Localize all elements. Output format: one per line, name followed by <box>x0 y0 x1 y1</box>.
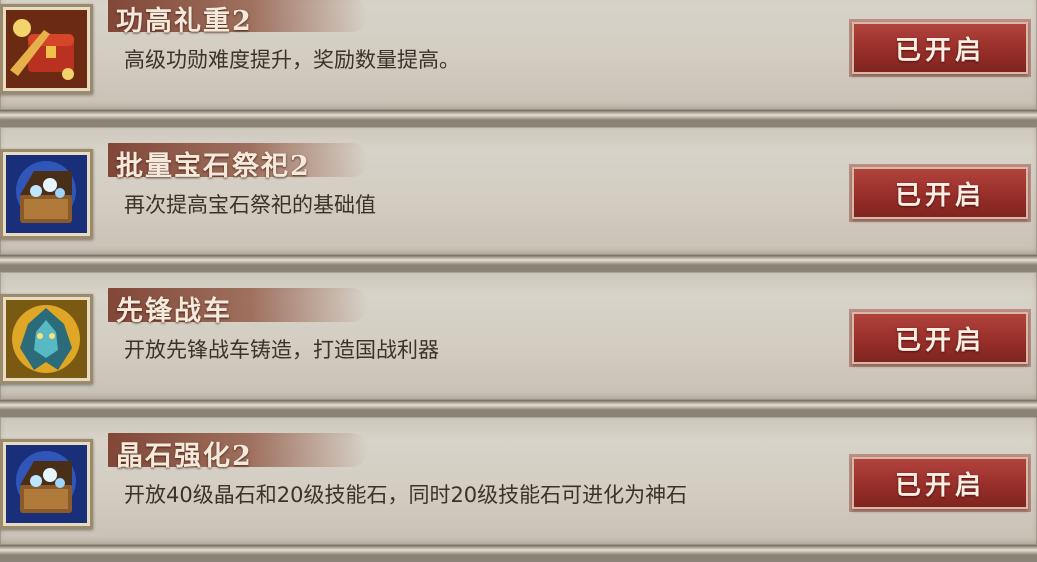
item-description: 再次提高宝石祭祀的基础值 <box>124 193 376 217</box>
item-icon-frame <box>0 149 93 239</box>
item-description: 开放先锋战车铸造，打造国战利器 <box>124 338 439 362</box>
item-icon-frame <box>0 4 93 94</box>
red-treasure-chest-icon <box>6 10 87 88</box>
status-button[interactable]: 已开启 <box>852 457 1028 509</box>
blue-gem-chest-icon <box>6 155 87 233</box>
blue-gem-chest-icon <box>6 445 87 523</box>
item-title: 先锋战车 <box>116 296 232 327</box>
item-icon-frame <box>0 294 93 384</box>
item-title: 功高礼重2 <box>116 6 253 37</box>
status-button[interactable]: 已开启 <box>852 22 1028 74</box>
item-title: 批量宝石祭祀2 <box>116 151 311 182</box>
feature-unlock-list: 功高礼重2 高级功勋难度提升，奖励数量提高。 已开启 批量宝石祭祀2 再次提高宝… <box>0 0 1037 562</box>
status-button[interactable]: 已开启 <box>852 312 1028 364</box>
list-item: 先锋战车 开放先锋战车铸造，打造国战利器 已开启 <box>0 272 1037 410</box>
list-item: 功高礼重2 高级功勋难度提升，奖励数量提高。 已开启 <box>0 0 1037 120</box>
item-description: 高级功勋难度提升，奖励数量提高。 <box>124 48 460 72</box>
list-item: 批量宝石祭祀2 再次提高宝石祭祀的基础值 已开启 <box>0 127 1037 265</box>
item-icon-frame <box>0 439 93 529</box>
war-chariot-emblem-icon <box>6 300 87 378</box>
item-title: 晶石强化2 <box>116 441 253 472</box>
item-description: 开放40级晶石和20级技能石，同时20级技能石可进化为神石 <box>124 483 688 507</box>
list-item: 晶石强化2 开放40级晶石和20级技能石，同时20级技能石可进化为神石 已开启 <box>0 417 1037 555</box>
status-button[interactable]: 已开启 <box>852 167 1028 219</box>
